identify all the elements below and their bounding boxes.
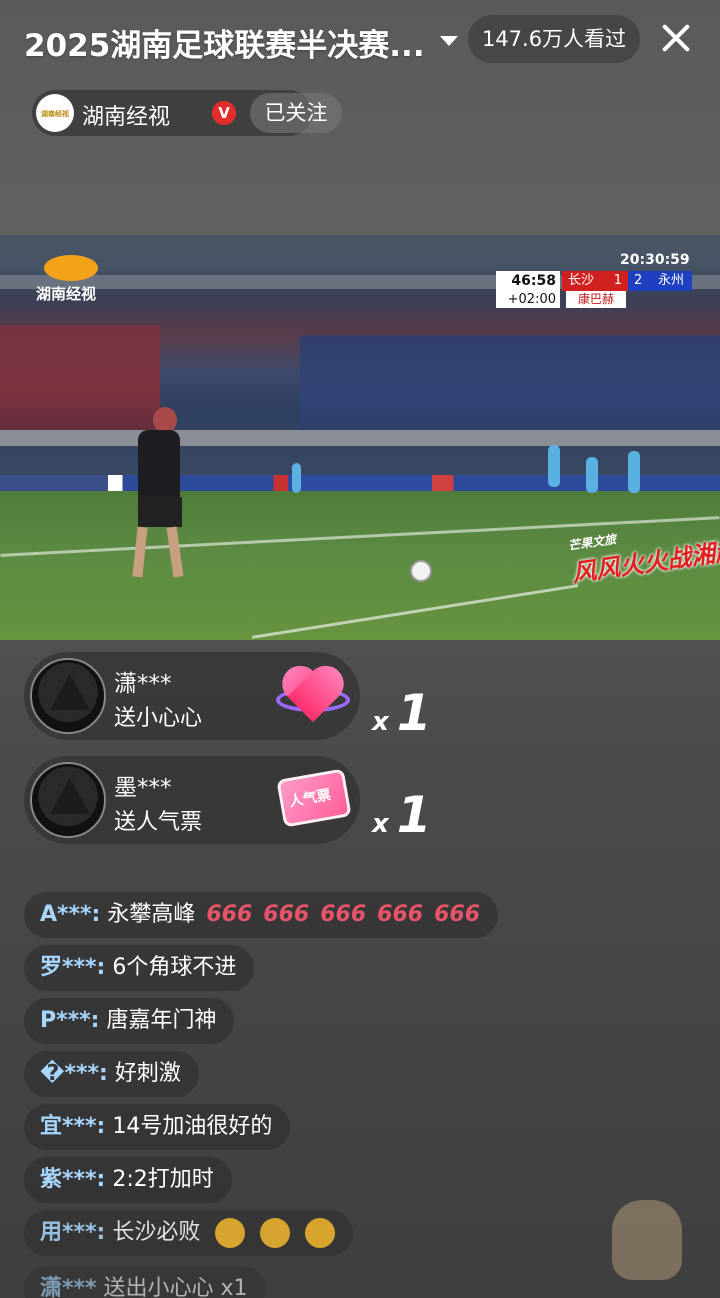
avatar[interactable] xyxy=(30,658,106,734)
ticket-text: 人气票 xyxy=(287,787,333,811)
gift-sender-name: 墨*** xyxy=(114,775,172,801)
chat-text: 好刺激 xyxy=(114,1061,181,1086)
broadcast-clock: 20:30:59 xyxy=(620,252,690,268)
like-hand-icon[interactable] xyxy=(612,1200,682,1280)
chat-username[interactable]: �***: xyxy=(40,1061,108,1086)
chat-username[interactable]: P***: xyxy=(40,1008,99,1033)
channel-name[interactable]: 湖南经视 xyxy=(82,99,170,131)
chat-username[interactable]: 紫***: xyxy=(40,1167,105,1192)
gift-action: 送人气票 xyxy=(114,810,203,835)
chat-text: 6个角球不进 xyxy=(112,955,237,980)
clap-icon xyxy=(260,1218,291,1248)
chat-text: 2:2打加时 xyxy=(112,1167,214,1192)
chat-message[interactable]: P***: 唐嘉年门神 xyxy=(24,998,235,1044)
red-fan-section xyxy=(0,325,160,435)
blue-fan-section xyxy=(300,335,720,445)
home-team: 长沙 1 xyxy=(562,271,628,291)
added-time: +02:00 xyxy=(496,291,560,308)
goalkeeper-shorts xyxy=(138,497,182,527)
verified-icon: V xyxy=(212,101,236,125)
emote-666: 666 xyxy=(320,902,367,927)
viewer-count[interactable]: 147.6万人看过 xyxy=(468,15,640,63)
emote-666: 666 xyxy=(206,902,253,927)
station-logo-mark xyxy=(44,255,98,281)
chat-gift-count: x1 xyxy=(220,1276,248,1298)
chat-text: 永攀高峰 xyxy=(107,902,196,927)
home-score: 1 xyxy=(613,273,622,288)
chat-message[interactable]: 用***: 长沙必败 xyxy=(24,1210,354,1256)
ad-boards xyxy=(0,475,720,491)
channel-logo-text: 湖南经视 xyxy=(41,110,69,118)
player xyxy=(292,463,301,493)
player xyxy=(586,457,598,493)
heart-gift-icon xyxy=(278,660,348,730)
clap-icon xyxy=(305,1218,336,1248)
away-team: 2 永州 xyxy=(628,271,692,291)
avatar[interactable] xyxy=(30,762,106,838)
gift-action: 送小心心 xyxy=(114,706,203,731)
emote-666: 666 xyxy=(377,902,424,927)
count-number: 1 xyxy=(396,786,432,844)
channel-avatar[interactable]: 湖南经视 xyxy=(36,94,74,132)
emote-666: 666 xyxy=(434,902,481,927)
chat-message[interactable]: 宜***: 14号加油很好的 xyxy=(24,1104,291,1150)
player xyxy=(548,445,560,487)
video-player[interactable]: 湖南经视 20:30:59 46:58 长沙 1 2 永州 +02:00 康巴赫… xyxy=(0,235,720,640)
gift-count: x1 xyxy=(372,684,432,742)
gift-banner: 潇*** 送小心心 xyxy=(24,652,360,740)
chat-text: 14号加油很好的 xyxy=(112,1114,273,1139)
chat-message[interactable]: �***: 好刺激 xyxy=(24,1051,199,1097)
chat-message[interactable]: 罗***: 6个角球不进 xyxy=(24,945,255,991)
chat-message[interactable]: A***: 永攀高峰 666 666 666 666 666 xyxy=(24,892,499,938)
chat-message[interactable]: 紫***: 2:2打加时 xyxy=(24,1157,232,1203)
chat-text: 长沙必败 xyxy=(112,1220,201,1245)
scoreboard: 46:58 长沙 1 2 永州 +02:00 康巴赫 xyxy=(496,271,696,311)
stream-title[interactable]: 2025湖南足球联赛半决赛... xyxy=(24,20,434,65)
close-icon[interactable] xyxy=(656,18,696,58)
emote-666: 666 xyxy=(263,902,310,927)
player xyxy=(628,451,640,493)
ticket-gift-icon: 人气票 xyxy=(276,768,352,828)
follow-button[interactable]: 已关注 xyxy=(250,93,342,133)
chat-text: 送出小心心 xyxy=(103,1276,214,1298)
top-bar: 2025湖南足球联赛半决赛... 147.6万人看过 xyxy=(0,0,720,80)
goalkeeper xyxy=(138,430,180,500)
away-team-name: 永州 xyxy=(657,273,684,288)
home-team-name: 长沙 xyxy=(568,273,595,288)
count-number: 1 xyxy=(396,684,432,742)
station-logo: 湖南经视 xyxy=(36,255,116,303)
gift-banner: 墨*** 送人气票 人气票 xyxy=(24,756,360,844)
chat-username[interactable]: A***: xyxy=(40,902,100,927)
station-logo-text: 湖南经视 xyxy=(36,285,97,303)
channel-info[interactable]: 湖南经视 湖南经视 V 已关注 xyxy=(32,90,342,136)
multiplier-sign: x xyxy=(372,809,389,839)
multiplier-sign: x xyxy=(372,707,389,737)
clap-icon xyxy=(215,1218,246,1248)
chat-text: 唐嘉年门神 xyxy=(106,1008,217,1033)
chat-username[interactable]: 罗***: xyxy=(40,955,105,980)
away-score: 2 xyxy=(634,273,643,288)
chat-username[interactable]: 用***: xyxy=(40,1220,105,1245)
stand-ledge xyxy=(0,430,720,446)
sponsor-badge: 康巴赫 xyxy=(566,291,626,308)
gift-count: x1 xyxy=(372,786,432,844)
chat-username[interactable]: 潇*** xyxy=(40,1276,97,1298)
gift-sender-name: 潇*** xyxy=(114,671,172,697)
chevron-down-icon[interactable] xyxy=(440,36,458,46)
football xyxy=(410,560,432,582)
match-time: 46:58 xyxy=(496,271,560,291)
chat-message[interactable]: 潇*** 送出小心心 x1 xyxy=(24,1266,266,1298)
chat-username[interactable]: 宜***: xyxy=(40,1114,105,1139)
